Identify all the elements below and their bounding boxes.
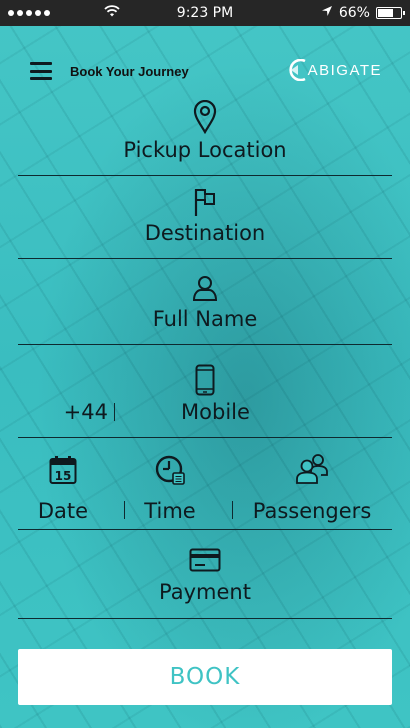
date-label: Date	[37, 499, 89, 523]
pickup-location-field[interactable]: Pickup Location	[18, 100, 392, 176]
svg-text:15: 15	[55, 469, 72, 483]
page-title: Book Your Journey	[70, 63, 189, 79]
status-time: 9:23 PM	[176, 5, 234, 21]
destination-label: Destination	[144, 221, 266, 245]
logo-text: ABIGATE	[307, 61, 382, 79]
country-code-selector[interactable]: +44	[18, 400, 114, 424]
battery-icon	[375, 7, 405, 19]
booking-screen: 9:23 PM 66% Book Your Journey ABIGATE Pi…	[0, 0, 410, 728]
date-time-divider	[124, 501, 125, 519]
battery-percent: 66%	[338, 5, 370, 21]
payment-field[interactable]: Payment	[18, 530, 392, 619]
book-button[interactable]: BOOK	[18, 649, 392, 705]
signal-dots-icon	[8, 10, 50, 16]
battery-fill	[377, 9, 393, 17]
status-left	[8, 5, 158, 21]
menu-icon[interactable]	[30, 62, 52, 80]
time-passengers-divider	[232, 501, 233, 519]
brand-logo: ABIGATE	[288, 59, 382, 81]
payment-label: Payment	[159, 580, 251, 604]
passengers-label: Passengers	[252, 499, 372, 523]
mobile-number-input[interactable]: Mobile	[115, 400, 316, 424]
phone-icon	[195, 364, 215, 396]
status-bar: 9:23 PM 66%	[0, 0, 410, 26]
mobile-field: +44 Mobile	[18, 345, 392, 438]
time-field[interactable]: Time	[108, 438, 232, 529]
logo-c-mark-icon	[288, 59, 306, 81]
full-name-label: Full Name	[152, 307, 258, 331]
date-time-passengers-row: 15 Date Time Passengers	[18, 438, 392, 530]
status-right: 66%	[252, 5, 405, 21]
location-arrow-icon	[321, 5, 333, 21]
calendar-icon: 15	[49, 455, 77, 485]
mobile-input-line: +44 Mobile	[18, 400, 392, 437]
people-icon	[294, 453, 330, 485]
destination-field[interactable]: Destination	[18, 176, 392, 259]
app-header: Book Your Journey ABIGATE	[0, 26, 410, 116]
clock-icon	[155, 455, 185, 485]
pickup-location-label: Pickup Location	[123, 138, 287, 162]
full-name-field[interactable]: Full Name	[18, 259, 392, 345]
credit-card-icon	[189, 548, 221, 572]
date-field[interactable]: 15 Date	[18, 438, 108, 529]
flag-icon	[193, 187, 217, 217]
time-label: Time	[144, 499, 196, 523]
user-icon	[192, 275, 218, 301]
passengers-field[interactable]: Passengers	[232, 438, 392, 529]
wifi-icon	[104, 5, 120, 21]
